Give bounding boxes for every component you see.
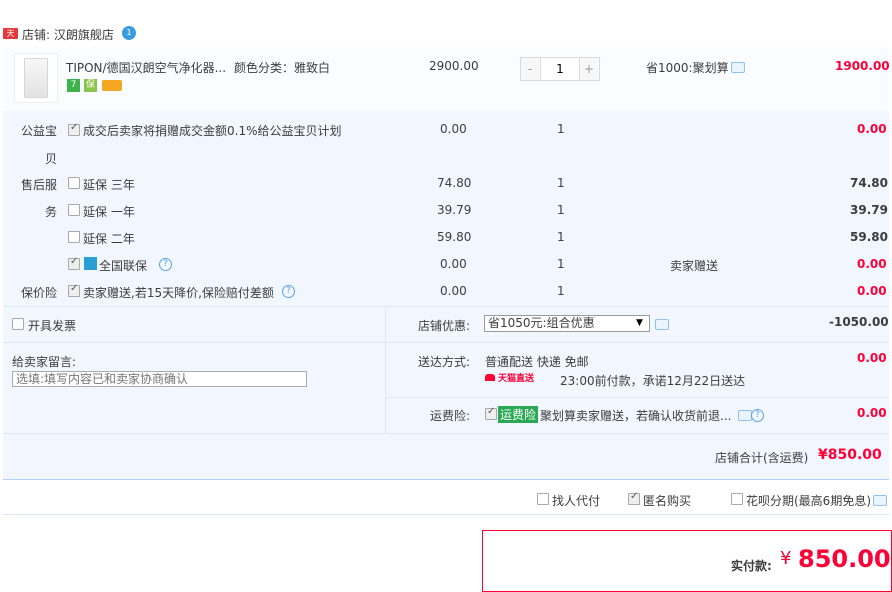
warranty-1y-label: 延保 一年	[83, 205, 135, 219]
promo-info-icon[interactable]	[655, 319, 669, 330]
divider	[385, 306, 386, 433]
insurance-label: 保价险	[21, 286, 58, 300]
warranty-1y-checkbox[interactable]	[68, 204, 80, 216]
warranty-3y-checkbox[interactable]	[68, 177, 80, 189]
charity-checkbox[interactable]	[68, 122, 80, 136]
invoice-checkbox[interactable]	[12, 318, 24, 330]
promo-amount: -1050.00	[829, 315, 889, 329]
freight-checkbox[interactable]	[485, 406, 497, 420]
shop-total-amount: ¥850.00	[818, 447, 882, 463]
national-warranty-note: 卖家赠送	[670, 259, 719, 273]
quantity-decrease-button[interactable]: -	[521, 58, 539, 80]
unit-price: 2900.00	[429, 59, 479, 73]
warranty-1y-price: 39.79	[437, 203, 472, 217]
discount-info-icon[interactable]	[731, 62, 745, 73]
item-discount: 省1000:聚划算	[646, 61, 729, 75]
credit-card-icon	[102, 80, 122, 91]
tmall-direct-icon	[485, 374, 495, 381]
charity-label-cont: 贝	[45, 152, 58, 166]
warranty-3y-qty: 1	[557, 176, 565, 190]
proxy-pay-checkbox[interactable]	[537, 493, 549, 505]
installment-info-icon[interactable]	[873, 495, 887, 506]
insurance-price: 0.00	[440, 284, 467, 298]
pay-label: 实付款:	[731, 559, 772, 573]
freight-badge: 运费险	[498, 406, 539, 423]
tmall-direct-badge: 天猫直送	[498, 374, 535, 384]
insurance-checkbox[interactable]	[68, 283, 80, 297]
help-icon[interactable]: ?	[751, 409, 764, 422]
divider	[386, 397, 889, 398]
message-input[interactable]	[12, 371, 307, 387]
warranty-3y-label: 延保 三年	[83, 178, 135, 192]
after-sale-label: 售后服	[21, 178, 58, 192]
promo-label: 店铺优惠:	[418, 319, 471, 333]
charity-qty: 1	[557, 122, 565, 136]
warranty-3y-total: 74.80	[850, 176, 888, 190]
warranty-1y-total: 39.79	[850, 203, 888, 217]
delivery-method: 普通配送 快递 免邮	[485, 355, 589, 369]
pay-currency: ¥	[780, 548, 792, 569]
warranty-3y-price: 74.80	[437, 176, 472, 190]
item-subtotal: 1900.00	[835, 59, 890, 73]
warranty-2y-price: 59.80	[437, 230, 472, 244]
freight-text: 聚划算卖家赠送，若确认收货前退...	[540, 409, 732, 423]
charity-total: 0.00	[857, 122, 887, 136]
charity-text: 成交后卖家将捐赠成交金额0.1%给公益宝贝计划	[83, 124, 342, 138]
installment-checkbox[interactable]	[731, 493, 743, 505]
promo-select[interactable]: 省1050元:组合优惠 ▼	[484, 315, 650, 332]
quantity-increase-button[interactable]: +	[580, 58, 598, 80]
shop-header	[0, 0, 892, 47]
insurance-text: 卖家赠送,若15天降价,保险赔付差额	[83, 286, 274, 300]
warranty-2y-label: 延保 二年	[83, 232, 135, 246]
after-sale-label-cont: 务	[45, 205, 58, 219]
anonymous-checkbox[interactable]	[628, 491, 640, 505]
warranty-2y-checkbox[interactable]	[68, 231, 80, 243]
promo-selected-value: 省1050元:组合优惠	[488, 316, 595, 330]
national-warranty-icon	[84, 257, 97, 270]
warranty-1y-qty: 1	[557, 203, 565, 217]
freight-amount: 0.00	[857, 406, 887, 420]
charity-label: 公益宝	[21, 124, 58, 138]
national-warranty-total: 0.00	[857, 257, 887, 271]
installment-label: 花呗分期(最高6期免息)	[746, 494, 871, 508]
delivery-label: 送达方式:	[418, 355, 471, 369]
national-warranty-qty: 1	[557, 257, 565, 271]
national-warranty-price: 0.00	[440, 257, 467, 271]
help-icon[interactable]: ?	[159, 258, 172, 271]
guarantee-icon: 保	[84, 79, 97, 92]
divider	[3, 306, 889, 307]
wangwang-chat-icon[interactable]: 1	[122, 26, 136, 40]
warranty-2y-total: 59.80	[850, 230, 888, 244]
seven-day-return-icon: 7	[67, 79, 80, 92]
shop-name-link[interactable]: 店铺: 汉朗旗舰店	[22, 26, 114, 43]
message-label: 给卖家留言:	[12, 355, 77, 369]
help-icon[interactable]: ?	[282, 285, 295, 298]
quantity-stepper: - +	[520, 57, 600, 81]
insurance-qty: 1	[557, 284, 565, 298]
chevron-down-icon: ▼	[636, 318, 643, 328]
tmall-badge: 天猫	[3, 28, 18, 49]
charity-price: 0.00	[440, 122, 467, 136]
delivery-amount: 0.00	[857, 351, 887, 365]
national-warranty-checkbox[interactable]	[68, 256, 80, 270]
warranty-2y-qty: 1	[557, 230, 565, 244]
divider	[3, 433, 889, 434]
item-row	[3, 47, 889, 111]
product-sku: 颜色分类：雅致白	[234, 61, 331, 75]
freight-label: 运费险:	[430, 409, 471, 423]
insurance-total: 0.00	[857, 284, 887, 298]
divider	[3, 514, 889, 515]
quantity-input[interactable]	[540, 58, 580, 80]
invoice-label: 开具发票	[28, 319, 77, 333]
freight-info-icon[interactable]	[738, 410, 752, 421]
proxy-pay-label: 找人代付	[552, 494, 601, 508]
delivery-promise: 23:00前付款，承诺12月22日送达	[560, 374, 746, 388]
pay-amount: 850.00	[798, 545, 891, 573]
anonymous-label: 匿名购买	[643, 494, 692, 508]
air-purifier-image	[24, 58, 48, 98]
divider	[3, 342, 889, 343]
product-title-link[interactable]: TIPON/德国汉朗空气净化器...	[66, 59, 226, 76]
shop-total-label: 店铺合计(含运费)	[715, 451, 809, 465]
national-warranty-label: 全国联保	[99, 259, 148, 273]
